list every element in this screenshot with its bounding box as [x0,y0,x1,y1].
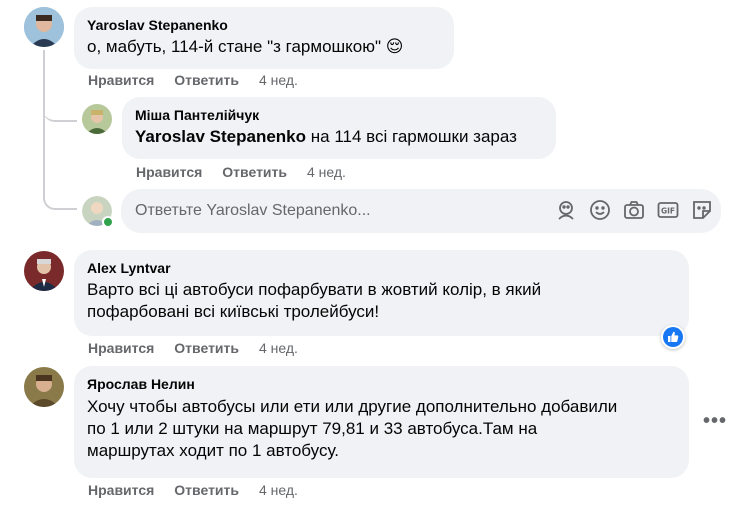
reply-button[interactable]: Ответить [222,164,287,180]
reply-button[interactable]: Ответить [174,340,239,356]
comment-text: на 114 всі гармошки зараз [306,127,517,146]
comment-author[interactable]: Ярослав Нелин [87,375,676,393]
current-user-avatar [82,196,114,228]
avatar-sticker-icon[interactable] [555,199,577,221]
emoji-icon[interactable] [589,199,611,221]
reply-toolbar: GIF [555,199,713,221]
comment-text: Варто всі ці автобуси пофарбувати в жовт… [87,280,542,299]
gif-icon[interactable]: GIF [657,199,679,221]
comment-bubble: Міша Пантелійчук Yaroslav Stepanenko на … [122,97,556,159]
more-options-icon[interactable]: ••• [703,410,727,433]
comment-actions: Нравится Ответить 4 нед. [88,340,298,356]
like-button[interactable]: Нравится [88,72,154,88]
reaction-summary[interactable] [661,325,685,349]
like-button[interactable]: Нравится [136,164,202,180]
comment-author[interactable]: Yaroslav Stepanenko [87,16,441,34]
mention-link[interactable]: Yaroslav Stepanenko [135,127,306,146]
timestamp[interactable]: 4 нед. [307,164,346,180]
online-status-dot [102,216,114,228]
comment-text: о, мабуть, 114-й стане "з гармошкою" [87,37,382,56]
reply-input-placeholder[interactable]: Ответьте Yaroslav Stepanenko... [135,202,371,220]
comment-bubble: Ярослав Нелин Хочу чтобы автобусы или ет… [74,366,689,478]
comment-bubble: Yaroslav Stepanenko о, мабуть, 114-й ста… [74,7,454,69]
svg-text:GIF: GIF [661,207,675,216]
comment-actions: Нравится Ответить 4 нед. [88,72,298,88]
comment-text: по 1 или 2 штуки на маршрут 79,81 и 33 а… [87,419,538,438]
comment-text: маршрутах ходит по 1 автобусу. [87,441,340,460]
comment-text: Хочу чтобы автобусы или ети или другие д… [87,397,618,416]
thread-connector [43,186,77,210]
thread-line [43,50,45,200]
avatar[interactable] [82,104,112,134]
emoji: 😌 [385,37,404,56]
avatar[interactable] [24,251,64,291]
comment-author[interactable]: Alex Lyntvar [87,259,676,277]
timestamp[interactable]: 4 нед. [259,482,298,498]
comment-actions: Нравится Ответить 4 нед. [136,164,346,180]
avatar[interactable] [24,7,64,47]
comment-text: пофарбовані всі київські тролейбуси! [87,302,380,321]
sticker-icon[interactable] [691,199,713,221]
like-button[interactable]: Нравится [88,482,154,498]
camera-icon[interactable] [623,199,645,221]
like-button[interactable]: Нравится [88,340,154,356]
comment-bubble: Alex Lyntvar Варто всі ці автобуси пофар… [74,250,689,336]
reply-button[interactable]: Ответить [174,72,239,88]
comment-author[interactable]: Міша Пантелійчук [135,106,543,124]
thread-connector [43,96,77,122]
timestamp[interactable]: 4 нед. [259,340,298,356]
comment-actions: Нравится Ответить 4 нед. [88,482,298,498]
reply-input[interactable]: Ответьте Yaroslav Stepanenko... GIF [121,189,721,233]
timestamp[interactable]: 4 нед. [259,72,298,88]
avatar[interactable] [24,367,64,407]
reply-button[interactable]: Ответить [174,482,239,498]
